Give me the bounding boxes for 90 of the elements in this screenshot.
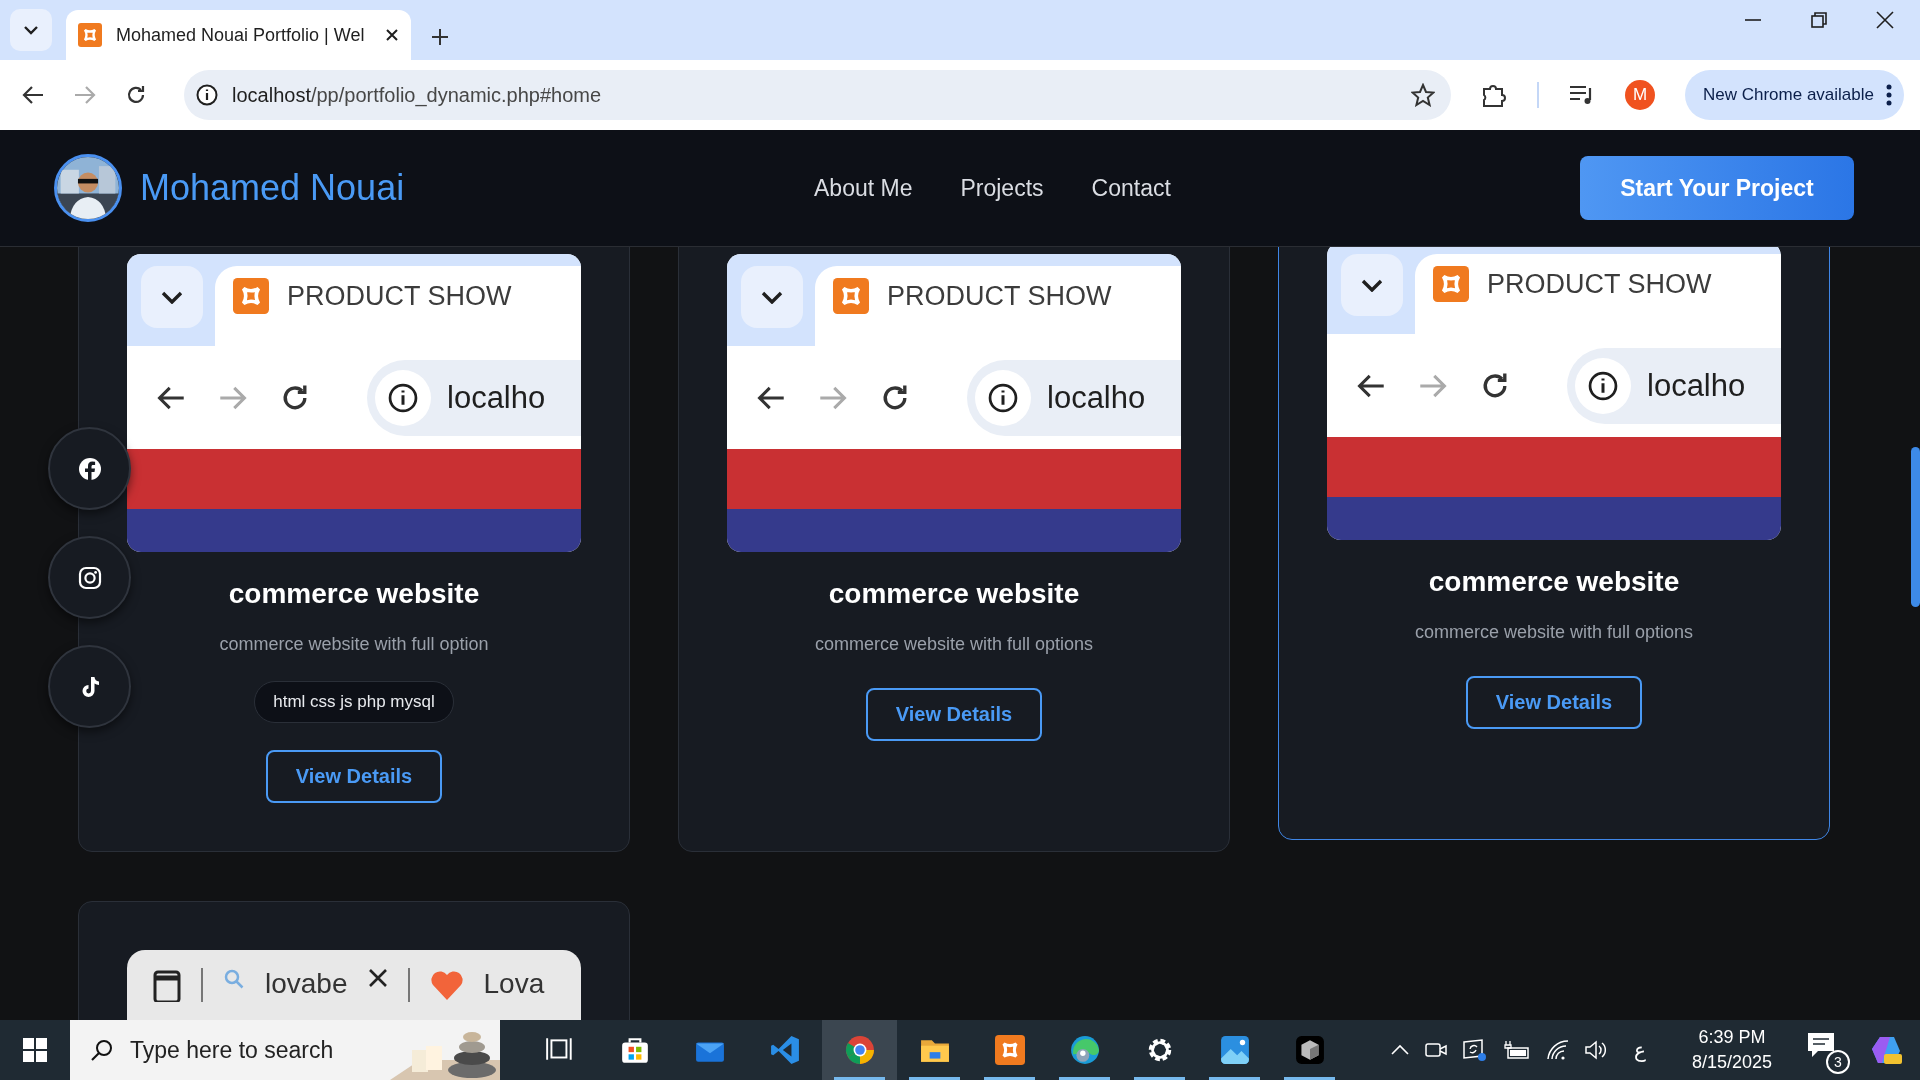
chevron-down-icon: [161, 290, 183, 304]
profile-avatar[interactable]: M: [1624, 80, 1655, 110]
url-text: localho: [1647, 367, 1746, 404]
project-title: commerce website: [228, 578, 480, 610]
xampp-icon: [1433, 266, 1469, 302]
new-tab-icon[interactable]: [431, 28, 449, 46]
wifi-icon[interactable]: [1545, 1039, 1570, 1061]
tab-title: PRODUCT SHOW: [1487, 268, 1712, 301]
browser-tab[interactable]: Mohamed Nouai Portfolio | Wel: [66, 10, 411, 60]
xampp-icon: [78, 23, 102, 47]
tab-title: PRODUCT SHOW: [287, 280, 512, 313]
taskbar-search-field[interactable]: Type here to search: [70, 1020, 500, 1080]
forward-icon: [219, 384, 247, 411]
star-icon[interactable]: [1410, 83, 1435, 107]
cube-icon: [1294, 1035, 1325, 1065]
view-details-button[interactable]: View Details: [866, 688, 1042, 741]
reload-icon: [881, 383, 909, 412]
view-details-button[interactable]: View Details: [266, 750, 442, 803]
display-sync-icon[interactable]: [1461, 1038, 1488, 1062]
info-icon: [988, 382, 1018, 413]
project-title: commerce website: [828, 578, 1080, 610]
nav-link[interactable]: Projects: [960, 174, 1044, 202]
reload-icon: [1481, 371, 1509, 400]
url-text: localhost/pp/portfolio_dynamic.php#home: [232, 83, 603, 107]
update-button[interactable]: New Chrome available: [1684, 70, 1904, 120]
close-icon: [367, 968, 388, 988]
back-icon: [157, 384, 185, 411]
url-text: localho: [1047, 379, 1146, 416]
sidebar-icon: [153, 968, 181, 1002]
tab-title: PRODUCT SHOW: [887, 280, 1112, 313]
chevron-down-icon: [761, 290, 783, 304]
volume-icon[interactable]: [1583, 1039, 1608, 1061]
clock-date[interactable]: 8/15/2025: [1691, 1052, 1772, 1073]
xampp-icon: [994, 1035, 1025, 1065]
heart-icon: [429, 968, 464, 1002]
project-description: commerce website with full option: [219, 634, 489, 655]
project-title: commerce website: [1428, 566, 1680, 598]
notification-icon[interactable]: [1806, 1030, 1836, 1060]
start-project-button[interactable]: Start Your Project: [1580, 156, 1854, 220]
tab-title: Lova: [483, 968, 545, 1000]
code-editor-icon: [769, 1035, 800, 1065]
close-icon[interactable]: [385, 28, 399, 42]
forward-icon: [819, 384, 847, 411]
store-icon: [619, 1035, 650, 1065]
url-text: localho: [447, 379, 546, 416]
windows-icon: [23, 1038, 47, 1062]
info-icon: [388, 382, 418, 413]
notification-badge: 3: [1826, 1050, 1850, 1074]
forward-icon: [1419, 372, 1447, 399]
back-icon: [1357, 372, 1385, 399]
update-label[interactable]: New Chrome available: [1702, 85, 1874, 105]
tech-tags: html css js php mysql: [254, 681, 454, 723]
info-icon[interactable]: [196, 84, 218, 106]
copilot-icon[interactable]: [1870, 1034, 1902, 1066]
view-details-button[interactable]: View Details: [1466, 676, 1642, 729]
search-icon: [90, 1038, 114, 1062]
xampp-icon: [833, 278, 869, 314]
reload-icon: [281, 383, 309, 412]
nav-link[interactable]: About Me: [814, 174, 913, 202]
project-description: commerce website with full options: [814, 634, 1094, 655]
puzzle-icon[interactable]: [1480, 82, 1507, 108]
back-icon: [757, 384, 785, 411]
more-icon[interactable]: [1886, 84, 1892, 106]
restore-icon[interactable]: [1810, 11, 1828, 29]
photos-icon: [1219, 1035, 1250, 1065]
tab-search-button[interactable]: [10, 9, 52, 51]
chevron-up-icon[interactable]: [1389, 1044, 1410, 1056]
chevron-down-icon: [23, 25, 39, 35]
chrome-icon: [844, 1035, 875, 1065]
close-icon[interactable]: [1876, 11, 1894, 29]
search-text: lovabe: [265, 968, 348, 1000]
address-bar[interactable]: localhost/pp/portfolio_dynamic.php#home: [184, 70, 1451, 120]
back-icon[interactable]: [22, 85, 44, 105]
reload-icon[interactable]: [126, 85, 146, 105]
tab-title: Mohamed Nouai Portfolio | Wel: [116, 24, 366, 46]
instagram-icon: [77, 565, 102, 590]
chevron-down-icon: [1361, 278, 1383, 292]
project-description: commerce website with full options: [1414, 622, 1694, 643]
clock-time[interactable]: 6:39 PM: [1698, 1027, 1766, 1048]
info-icon: [1588, 370, 1618, 401]
nav-link[interactable]: Contact: [1091, 174, 1171, 202]
battery-icon[interactable]: [1501, 1040, 1532, 1060]
xampp-icon: [233, 278, 269, 314]
edge-icon: [1069, 1035, 1100, 1065]
camera-icon[interactable]: [1423, 1040, 1448, 1060]
facebook-icon: [77, 456, 102, 481]
scrollbar-thumb[interactable]: [1911, 447, 1920, 607]
language-indicator[interactable]: ع: [1633, 1038, 1646, 1062]
site-name[interactable]: Mohamed Nouai: [140, 167, 405, 209]
search-icon: [223, 968, 245, 990]
